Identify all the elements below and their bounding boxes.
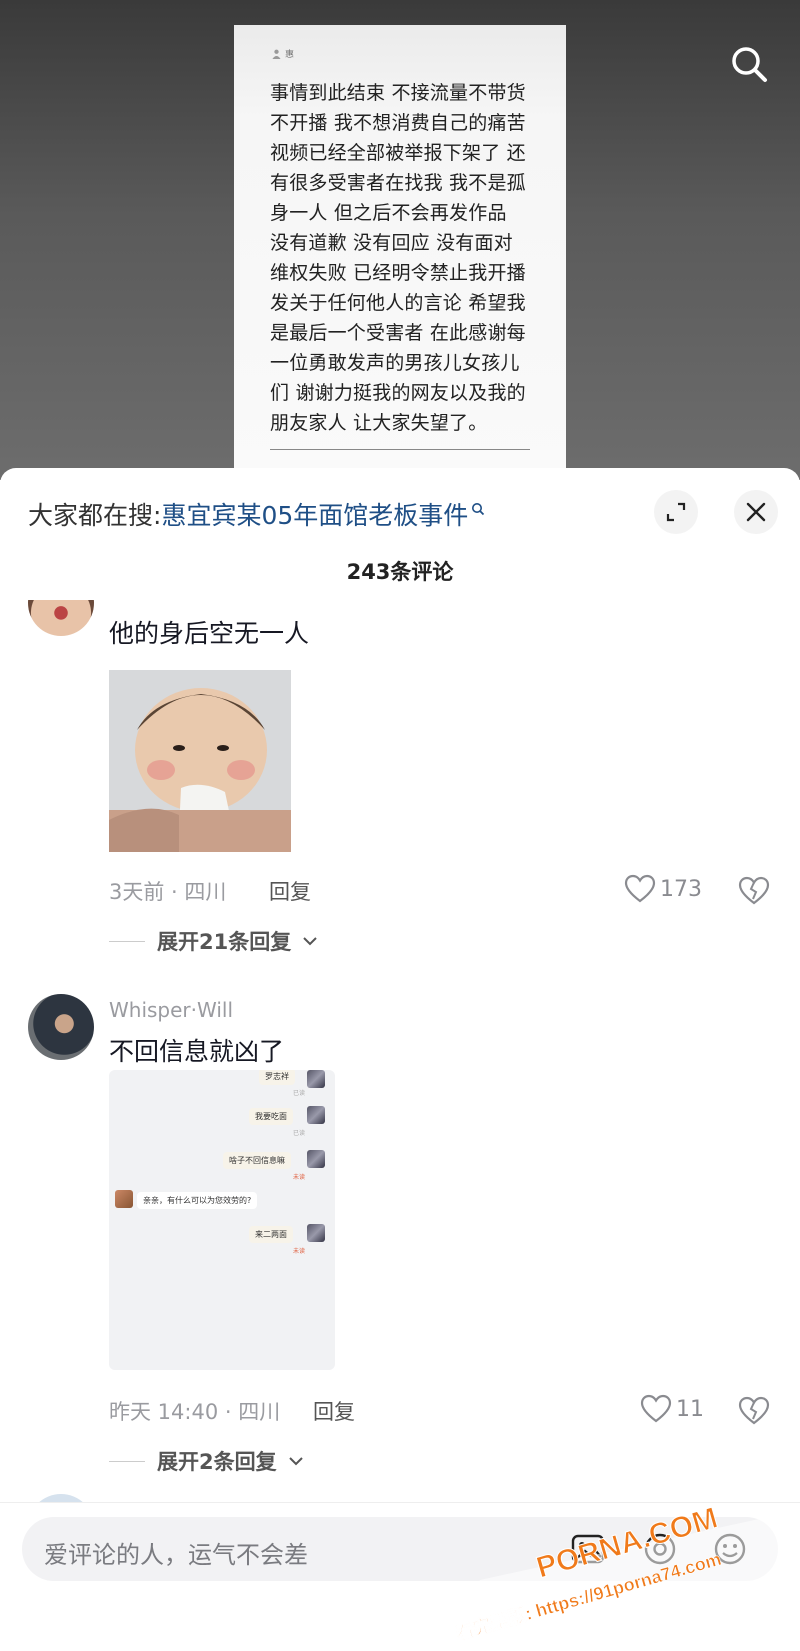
comment-meta: 昨天 14:40 · 四川 — [109, 1400, 281, 1424]
comment-count: 243条评论 — [346, 560, 454, 584]
expand-replies[interactable]: 展开21条回复 — [109, 926, 317, 956]
chat-read-tag: 已读 — [293, 1130, 306, 1137]
chat-avatar — [307, 1106, 325, 1124]
comment-text: 不回信息就凶了 — [109, 1037, 285, 1066]
expand-replies-label: 展开21条回复 — [157, 930, 292, 954]
chevron-down-icon — [303, 937, 317, 946]
note-divider — [270, 449, 530, 450]
close-button[interactable] — [734, 490, 778, 534]
expand-replies-label: 展开2条回复 — [157, 1450, 277, 1474]
chat-read-tag: 已读 — [293, 1090, 306, 1097]
chat-avatar — [307, 1150, 325, 1168]
person-icon — [272, 49, 281, 59]
note-text: 事情到此结束 不接流量不带货不开播 我不想消费自己的痛苦 视频已经全部被举报下架… — [270, 82, 526, 434]
chat-bubble: 来二两面 — [249, 1226, 293, 1243]
comment-list: 他的身后空无一人 3天前 · 四川 回复 173 展开21条回复 Whisper… — [0, 600, 800, 1510]
divider-line — [109, 1460, 145, 1462]
search-icon — [472, 503, 485, 516]
comment-meta: 3天前 · 四川 — [109, 880, 227, 904]
divider-line — [109, 940, 145, 942]
note-user: 惠 — [272, 47, 294, 60]
heart-icon — [640, 1394, 672, 1423]
hot-search[interactable]: 大家都在搜: 惠宜宾某05年面馆老板事件 — [28, 496, 485, 532]
chat-avatar — [307, 1224, 325, 1242]
like-count: 11 — [676, 1396, 704, 1422]
like-count: 173 — [660, 876, 702, 902]
comment-sheet: 大家都在搜: 惠宜宾某05年面馆老板事件 243条评论 他的身后空无一人 3天前… — [0, 468, 800, 1651]
search-icon[interactable] — [729, 44, 769, 84]
avatar[interactable] — [28, 994, 94, 1060]
expand-button[interactable] — [654, 490, 698, 534]
chat-bubble: 啥子不回信息嘛 — [223, 1152, 291, 1169]
comment-image[interactable]: 罗志祥 已读 我要吃面 已读 啥子不回信息嘛 未读 亲亲，有什么可以为您效劳的?… — [109, 1070, 335, 1370]
chat-avatar — [307, 1070, 325, 1088]
chat-bubble: 我要吃面 — [249, 1108, 293, 1125]
expand-replies[interactable]: 展开2条回复 — [109, 1446, 303, 1476]
video-area[interactable]: 惠 事情到此结束 不接流量不带货不开播 我不想消费自己的痛苦 视频已经全部被举报… — [0, 0, 800, 480]
chat-unread-tag: 未读 — [293, 1248, 306, 1255]
chevron-down-icon — [288, 1457, 303, 1466]
comment-text: 他的身后空无一人 — [109, 619, 310, 648]
reply-button[interactable]: 回复 — [269, 876, 311, 906]
hot-search-prefix: 大家都在搜: — [28, 501, 162, 530]
comment-input-placeholder: 爱评论的人，运气不会差 — [44, 1541, 308, 1569]
hot-search-link[interactable]: 惠宜宾某05年面馆老板事件 — [161, 496, 468, 532]
chat-bubble: 罗志祥 — [259, 1070, 295, 1085]
chat-unread-tag: 未读 — [293, 1174, 306, 1181]
watermark: PORNA.COM 看完整版: https://91porna74.com — [440, 1501, 800, 1651]
chat-avatar — [115, 1190, 133, 1208]
broken-heart-icon[interactable] — [738, 1396, 770, 1426]
note-user-name: 惠 — [285, 50, 295, 60]
heart-icon — [624, 874, 656, 903]
baby-photo — [109, 670, 291, 852]
close-icon — [746, 502, 766, 522]
reply-button[interactable]: 回复 — [313, 1396, 355, 1426]
note-image-card: 惠 事情到此结束 不接流量不带货不开播 我不想消费自己的痛苦 视频已经全部被举报… — [234, 25, 566, 480]
like-button[interactable]: 11 — [640, 1394, 704, 1424]
chat-bubble: 亲亲，有什么可以为您效劳的? — [137, 1192, 258, 1209]
expand-icon — [666, 502, 686, 522]
broken-heart-icon[interactable] — [738, 876, 770, 906]
like-button[interactable]: 173 — [624, 874, 702, 904]
avatar[interactable] — [28, 600, 94, 636]
comment-username[interactable]: Whisper·Will — [109, 998, 233, 1022]
sheet-header: 大家都在搜: 惠宜宾某05年面馆老板事件 — [0, 468, 800, 548]
comment-image[interactable] — [109, 670, 291, 852]
